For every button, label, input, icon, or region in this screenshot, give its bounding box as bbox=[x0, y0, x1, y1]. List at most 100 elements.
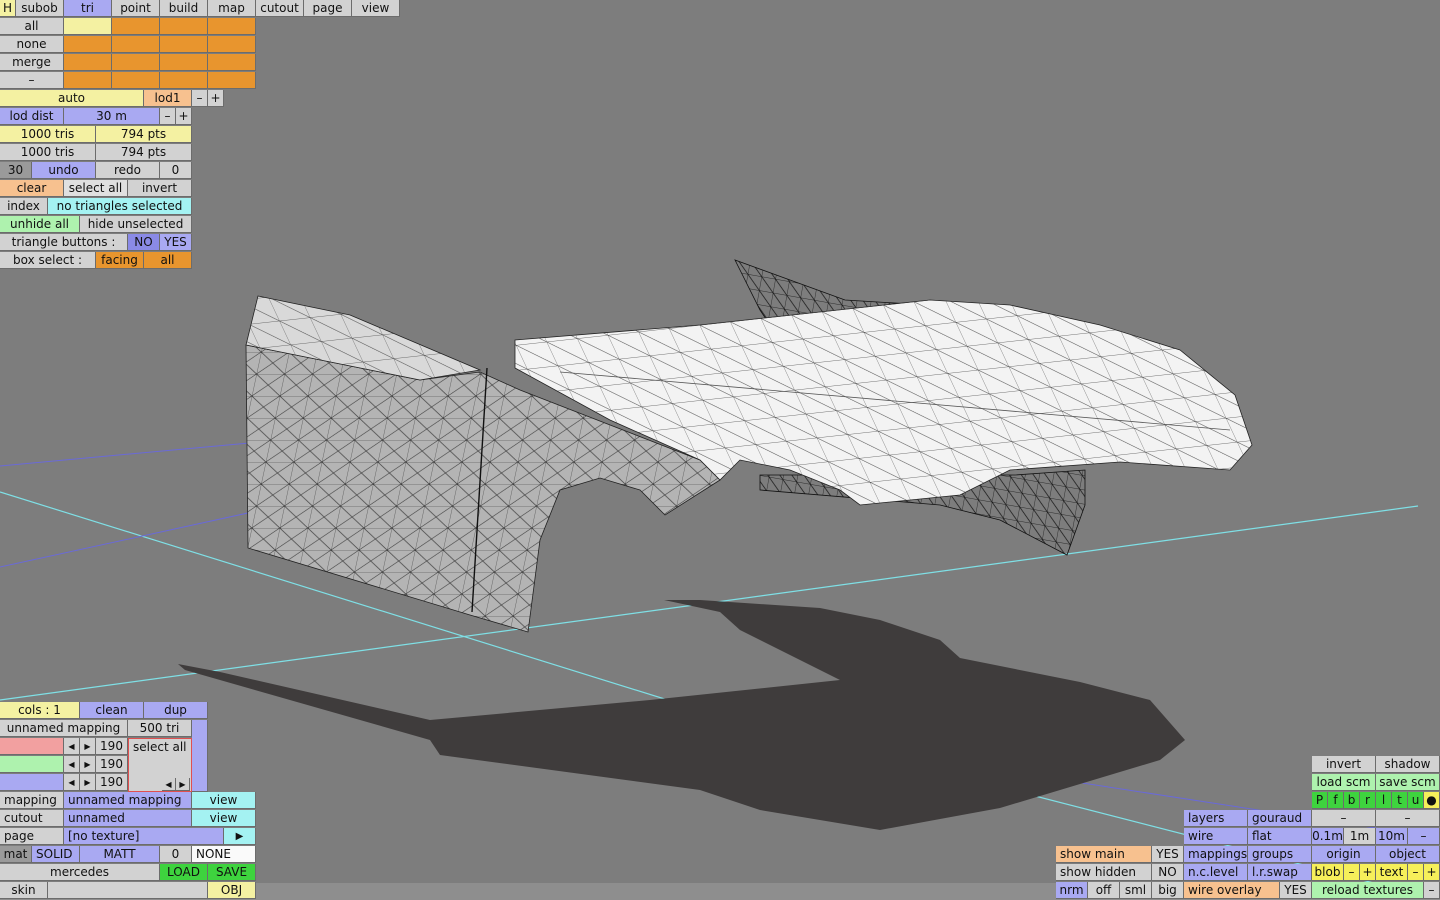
tab-page[interactable]: page bbox=[304, 0, 352, 17]
mapping-view-button[interactable]: view bbox=[192, 792, 256, 809]
tab-tri[interactable]: tri bbox=[64, 0, 112, 17]
scale-minus-button[interactable]: – bbox=[1408, 828, 1440, 845]
tab-map[interactable]: map bbox=[208, 0, 256, 17]
invert-selection-button[interactable]: invert bbox=[128, 180, 192, 197]
mapping-value[interactable]: unnamed mapping bbox=[64, 792, 192, 809]
view-axis-p[interactable]: P bbox=[1312, 792, 1328, 809]
shadow-button[interactable]: shadow bbox=[1376, 756, 1440, 773]
selection-swatch[interactable] bbox=[208, 54, 256, 71]
car-mesh[interactable] bbox=[245, 259, 1253, 633]
show-main-button[interactable]: show main bbox=[1056, 846, 1152, 863]
cols-button[interactable]: cols : 1 bbox=[0, 702, 80, 719]
redo-button[interactable]: redo bbox=[96, 162, 160, 179]
text-plus-button[interactable]: + bbox=[1424, 864, 1440, 881]
lr-swap-button[interactable]: l.r.swap bbox=[1248, 864, 1312, 881]
selection-swatch[interactable] bbox=[64, 72, 112, 89]
scale-1m-button[interactable]: 1m bbox=[1344, 828, 1376, 845]
nrm-button[interactable]: nrm bbox=[1056, 882, 1088, 899]
text-minus-button[interactable]: – bbox=[1408, 864, 1424, 881]
groups-button[interactable]: groups bbox=[1248, 846, 1312, 863]
index-button[interactable]: index bbox=[0, 198, 48, 215]
tab-build[interactable]: build bbox=[160, 0, 208, 17]
lod-dist-minus-button[interactable]: – bbox=[160, 108, 176, 125]
selection-swatch[interactable] bbox=[112, 54, 160, 71]
skin-field[interactable] bbox=[48, 882, 208, 899]
object-button[interactable]: object bbox=[1376, 846, 1440, 863]
selection-swatch[interactable] bbox=[160, 18, 208, 35]
selection-swatch[interactable] bbox=[160, 36, 208, 53]
undo-button[interactable]: undo bbox=[32, 162, 96, 179]
sml-button[interactable]: sml bbox=[1120, 882, 1152, 899]
blue-right-arrow[interactable]: ▶ bbox=[80, 774, 96, 791]
wire-overlay-value[interactable]: YES bbox=[1280, 882, 1312, 899]
mat-none-field[interactable]: NONE bbox=[192, 846, 256, 863]
layers-button[interactable]: layers bbox=[1184, 810, 1248, 827]
blob-minus-button[interactable]: – bbox=[1344, 864, 1360, 881]
triangle-buttons-yes[interactable]: YES bbox=[160, 234, 192, 251]
color-box-left-arrow[interactable]: ◀ bbox=[162, 778, 176, 791]
clear-button[interactable]: clear bbox=[0, 180, 64, 197]
selection-swatch[interactable] bbox=[64, 36, 112, 53]
tab-view[interactable]: view bbox=[352, 0, 400, 17]
red-slider[interactable] bbox=[0, 738, 64, 755]
mat-solid-button[interactable]: SOLID bbox=[32, 846, 80, 863]
lod-dist-plus-button[interactable]: + bbox=[176, 108, 192, 125]
view-axis-f[interactable]: f bbox=[1328, 792, 1344, 809]
reload-minus-button[interactable]: – bbox=[1424, 882, 1440, 899]
skin-save-button[interactable]: SAVE bbox=[208, 864, 256, 881]
cutout-view-button[interactable]: view bbox=[192, 810, 256, 827]
wire-overlay-button[interactable]: wire overlay bbox=[1184, 882, 1280, 899]
tri-select-all-button[interactable]: select all bbox=[64, 180, 128, 197]
show-hidden-value[interactable]: NO bbox=[1152, 864, 1184, 881]
view-invert-button[interactable]: invert bbox=[1312, 756, 1376, 773]
select-none-button[interactable]: none bbox=[0, 36, 64, 53]
nc-level-button[interactable]: n.c.level bbox=[1184, 864, 1248, 881]
load-scm-button[interactable]: load scm bbox=[1312, 774, 1376, 791]
show-hidden-button[interactable]: show hidden bbox=[1056, 864, 1152, 881]
scale-10m-button[interactable]: 10m bbox=[1376, 828, 1408, 845]
unhide-all-button[interactable]: unhide all bbox=[0, 216, 80, 233]
big-button[interactable]: big bbox=[1152, 882, 1184, 899]
lod-level-button[interactable]: lod1 bbox=[144, 90, 192, 107]
tab-cutout[interactable]: cutout bbox=[256, 0, 304, 17]
blob-plus-button[interactable]: + bbox=[1360, 864, 1376, 881]
skin-name[interactable]: mercedes bbox=[0, 864, 160, 881]
view-axis-l[interactable]: l bbox=[1376, 792, 1392, 809]
hide-unselected-button[interactable]: hide unselected bbox=[80, 216, 192, 233]
mapping-name[interactable]: unnamed mapping bbox=[0, 720, 128, 737]
box-select-all[interactable]: all bbox=[144, 252, 192, 269]
reload-textures-button[interactable]: reload textures bbox=[1312, 882, 1424, 899]
selection-swatch[interactable] bbox=[64, 54, 112, 71]
merge-button[interactable]: merge bbox=[0, 54, 64, 71]
origin-button[interactable]: origin bbox=[1312, 846, 1376, 863]
lod-auto-button[interactable]: auto bbox=[0, 90, 144, 107]
mat-matt-button[interactable]: MATT bbox=[80, 846, 160, 863]
page-play-icon[interactable]: ▶ bbox=[224, 828, 256, 845]
view-axis-t[interactable]: t bbox=[1392, 792, 1408, 809]
clean-button[interactable]: clean bbox=[80, 702, 144, 719]
green-slider[interactable] bbox=[0, 756, 64, 773]
blue-slider[interactable] bbox=[0, 774, 64, 791]
flat-button[interactable]: flat bbox=[1248, 828, 1312, 845]
obj-button[interactable]: OBJ bbox=[208, 882, 256, 899]
select-all-button[interactable]: all bbox=[0, 18, 64, 35]
view-axis-r[interactable]: r bbox=[1360, 792, 1376, 809]
red-right-arrow[interactable]: ▶ bbox=[80, 738, 96, 755]
green-left-arrow[interactable]: ◀ bbox=[64, 756, 80, 773]
selection-swatch[interactable] bbox=[208, 36, 256, 53]
view-axis-b[interactable]: b bbox=[1344, 792, 1360, 809]
3d-viewport[interactable] bbox=[0, 0, 1440, 900]
view-dash-button[interactable]: – bbox=[1376, 810, 1440, 827]
green-right-arrow[interactable]: ▶ bbox=[80, 756, 96, 773]
wire-button[interactable]: wire bbox=[1184, 828, 1248, 845]
lod-dist-value[interactable]: 30 m bbox=[64, 108, 160, 125]
selection-swatch[interactable] bbox=[112, 36, 160, 53]
lod-minus-button[interactable]: – bbox=[192, 90, 208, 107]
text-button[interactable]: text bbox=[1376, 864, 1408, 881]
view-dot-icon[interactable]: ● bbox=[1424, 792, 1440, 809]
blob-button[interactable]: blob bbox=[1312, 864, 1344, 881]
blue-left-arrow[interactable]: ◀ bbox=[64, 774, 80, 791]
color-box-right-arrow[interactable]: ▶ bbox=[176, 778, 190, 791]
cutout-value[interactable]: unnamed bbox=[64, 810, 192, 827]
off-button[interactable]: off bbox=[1088, 882, 1120, 899]
